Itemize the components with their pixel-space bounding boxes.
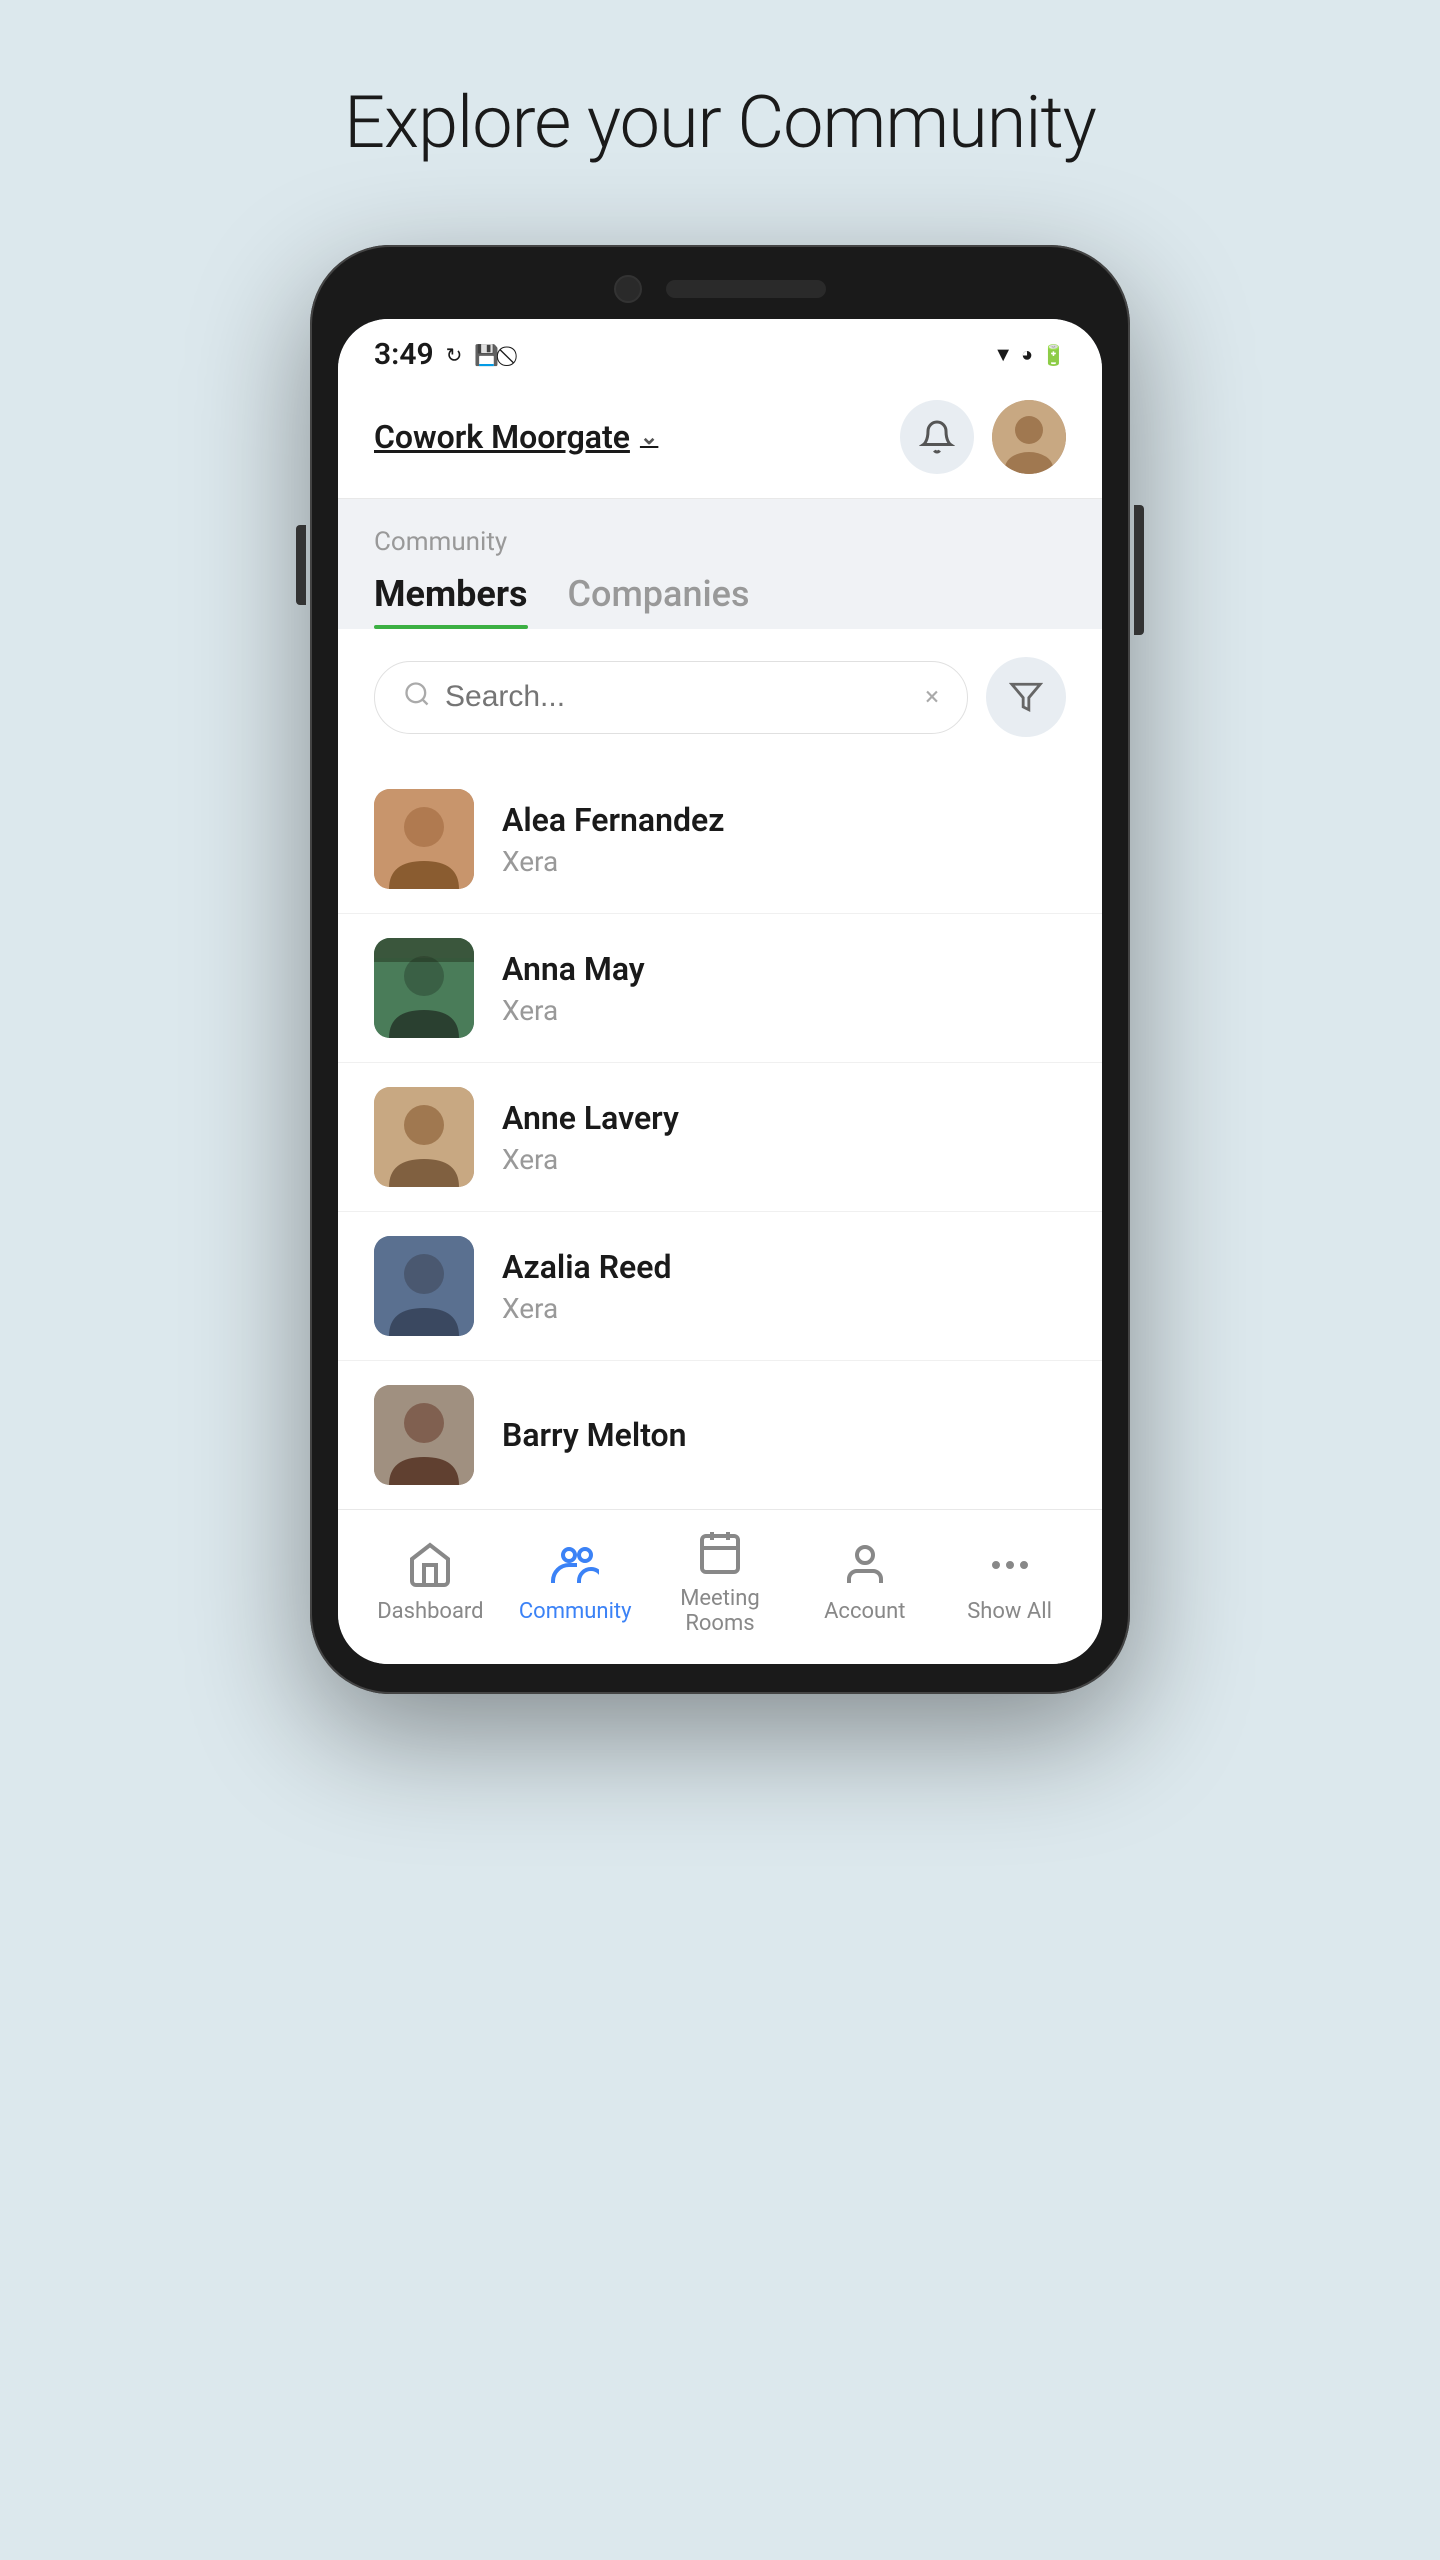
workspace-name-label: Cowork Moorgate [374, 418, 630, 456]
bottom-nav: Dashboard Community [338, 1509, 1102, 1664]
battery-icon: 🔋 [1041, 343, 1066, 367]
member-company: Xera [502, 994, 645, 1027]
list-item[interactable]: Barry Melton [338, 1361, 1102, 1509]
status-right-icons: ▼ ◕ 🔋 [993, 342, 1066, 367]
nav-item-account[interactable]: Account [805, 1539, 925, 1624]
status-time: 3:49 [374, 337, 434, 372]
header-actions [900, 400, 1066, 474]
list-item[interactable]: Alea Fernandez Xera [338, 765, 1102, 914]
avatar [374, 938, 474, 1038]
member-company: Xera [502, 1143, 679, 1176]
member-name: Azalia Reed [502, 1248, 671, 1286]
nav-icon-show-all [984, 1539, 1036, 1591]
nav-label-community: Community [519, 1599, 632, 1624]
search-bar: × [374, 661, 968, 734]
signal-icon: ◕ [1021, 342, 1033, 367]
member-info: Anne Lavery Xera [502, 1099, 679, 1176]
nav-icon-meeting-rooms [694, 1526, 746, 1578]
sd-card-icon: 💾 [474, 343, 499, 367]
phone-top-bar [338, 275, 1102, 303]
avatar [374, 1385, 474, 1485]
member-list: Alea Fernandez Xera Anna May [338, 765, 1102, 1509]
phone-screen: 3:49 ↻ 💾 ⃠ ▼ ◕ 🔋 Cowork Moorgate ⌄ [338, 319, 1102, 1664]
app-header: Cowork Moorgate ⌄ [338, 384, 1102, 499]
avatar [374, 1236, 474, 1336]
member-name: Barry Melton [502, 1416, 687, 1454]
nav-label-account: Account [824, 1599, 905, 1624]
member-name: Anna May [502, 950, 645, 988]
member-info: Anna May Xera [502, 950, 645, 1027]
nav-label-dashboard: Dashboard [377, 1599, 483, 1624]
phone-camera [614, 275, 642, 303]
member-info: Azalia Reed Xera [502, 1248, 671, 1325]
user-avatar-svg [992, 400, 1066, 474]
member-avatar-svg [374, 789, 474, 889]
more-icon [986, 1541, 1034, 1589]
page-title: Explore your Community [344, 80, 1096, 165]
calendar-icon [696, 1528, 744, 1576]
member-info: Alea Fernandez Xera [502, 801, 724, 878]
person-icon [841, 1541, 889, 1589]
member-info: Barry Melton [502, 1416, 687, 1454]
nav-item-show-all[interactable]: Show All [950, 1539, 1070, 1624]
chevron-down-icon: ⌄ [640, 425, 658, 450]
notification-button[interactable] [900, 400, 974, 474]
member-avatar-svg [374, 1087, 474, 1187]
nav-item-dashboard[interactable]: Dashboard [370, 1539, 490, 1624]
status-bar: 3:49 ↻ 💾 ⃠ ▼ ◕ 🔋 [338, 319, 1102, 384]
user-avatar [992, 400, 1066, 474]
list-item[interactable]: Anne Lavery Xera [338, 1063, 1102, 1212]
member-avatar-svg [374, 1385, 474, 1485]
tab-companies[interactable]: Companies [568, 573, 750, 629]
phone-speaker [666, 280, 826, 298]
nav-label-meeting-rooms: MeetingRooms [680, 1586, 760, 1636]
avatar [374, 789, 474, 889]
avatar [374, 1087, 474, 1187]
member-name: Anne Lavery [502, 1099, 679, 1137]
filter-button[interactable] [986, 657, 1066, 737]
workspace-selector[interactable]: Cowork Moorgate ⌄ [374, 418, 658, 456]
nav-label-show-all: Show All [967, 1599, 1052, 1624]
community-icon [551, 1541, 599, 1589]
user-avatar-button[interactable] [992, 400, 1066, 474]
member-company: Xera [502, 845, 724, 878]
list-item[interactable]: Anna May Xera [338, 914, 1102, 1063]
nav-icon-community [549, 1539, 601, 1591]
nav-item-meeting-rooms[interactable]: MeetingRooms [660, 1526, 780, 1636]
tab-members[interactable]: Members [374, 573, 528, 629]
nav-icon-account [839, 1539, 891, 1591]
nav-icon-dashboard [404, 1539, 456, 1591]
sync-icon: ↻ [446, 343, 463, 367]
tabs-row: Members Companies [338, 573, 1102, 629]
section-label-area: Community [338, 499, 1102, 557]
wifi-icon: ▼ [993, 342, 1013, 367]
member-company: Xera [502, 1292, 671, 1325]
member-avatar-svg [374, 1236, 474, 1336]
filter-icon [1009, 680, 1043, 714]
search-icon [403, 680, 431, 715]
community-section-label: Community [374, 527, 1066, 557]
search-clear-button[interactable]: × [925, 682, 939, 712]
bell-icon [919, 419, 955, 455]
search-input[interactable] [445, 680, 911, 714]
list-item[interactable]: Azalia Reed Xera [338, 1212, 1102, 1361]
member-name: Alea Fernandez [502, 801, 724, 839]
search-area: × [338, 629, 1102, 765]
nav-item-community[interactable]: Community [515, 1539, 635, 1624]
member-avatar-svg [374, 938, 474, 1038]
phone-device: 3:49 ↻ 💾 ⃠ ▼ ◕ 🔋 Cowork Moorgate ⌄ [310, 245, 1130, 1694]
home-icon [406, 1541, 454, 1589]
